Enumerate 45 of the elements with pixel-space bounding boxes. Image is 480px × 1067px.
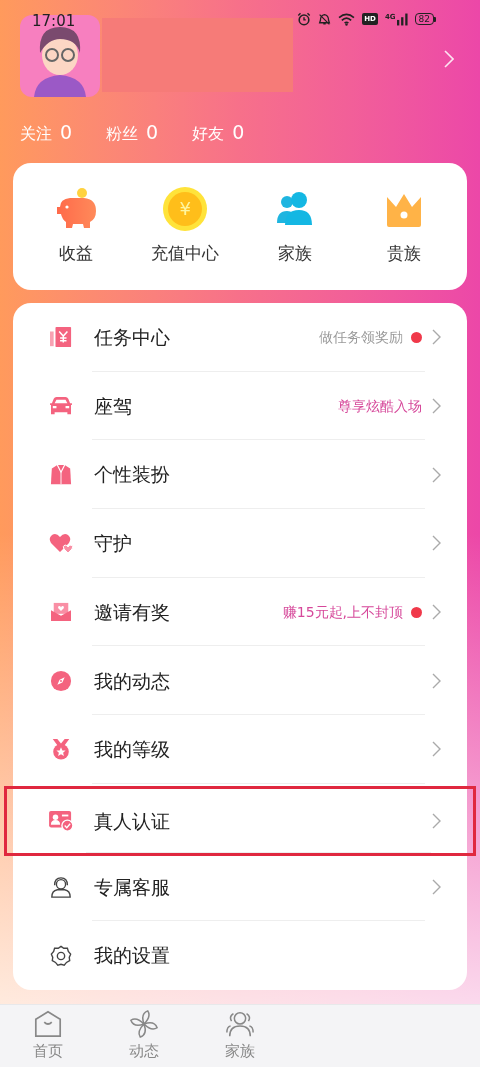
compass-icon (48, 669, 74, 692)
menu-item[interactable]: 任务中心 做任务领奖励 (13, 303, 467, 372)
menu-hint: 赚15元起,上不封顶 (282, 602, 403, 622)
home-icon (33, 1008, 63, 1039)
menu-item[interactable]: 真人认证 (4, 785, 476, 856)
menu-item[interactable]: 我的动态 (13, 646, 467, 716)
menu-label: 任务中心 (94, 325, 171, 351)
wifi-icon (338, 12, 356, 26)
menu-item[interactable]: 个性装扮 (13, 440, 467, 510)
menu-label: 真人认证 (94, 808, 171, 834)
muted-bell-icon (318, 12, 332, 26)
headset-person-icon (48, 875, 74, 898)
shortcut-item[interactable]: 贵族 (354, 186, 455, 267)
avatar[interactable] (20, 15, 100, 97)
menu-label: 我的动态 (94, 668, 171, 694)
hearts-icon (48, 532, 74, 555)
menu-label: 个性装扮 (94, 462, 171, 488)
menu-label: 我的设置 (94, 943, 171, 969)
menu-item[interactable]: 邀请有奖 赚15元起,上不封顶 (13, 577, 467, 647)
menu-label: 我的等级 (94, 737, 171, 763)
signal-icon (396, 12, 408, 26)
status-time: 17:01 (32, 11, 76, 32)
shortcut-item[interactable]: 家族 (244, 186, 345, 267)
yuan-coin-icon: ¥ (163, 186, 208, 231)
chevron-right-icon[interactable] (444, 50, 454, 68)
shortcut-item[interactable]: 收益 (25, 186, 126, 267)
menu-label: 座驾 (94, 393, 133, 419)
menu-item[interactable]: 我的等级 (13, 715, 467, 784)
pinwheel-icon (129, 1008, 159, 1039)
menu-item[interactable]: 守护 (13, 509, 467, 578)
envelope-heart-icon (48, 602, 74, 623)
car-icon (48, 396, 74, 417)
menu-label: 守护 (94, 531, 133, 557)
settings-icon (48, 944, 74, 967)
id-card-icon (48, 809, 74, 832)
menu-label: 邀请有奖 (94, 599, 171, 625)
menu-label: 专属客服 (94, 874, 171, 900)
ticket-icon (48, 326, 74, 349)
menu-item[interactable]: 座驾 尊享炫酷入场 (13, 371, 467, 441)
alarm-icon (297, 12, 312, 26)
menu-hint: 尊享炫酷入场 (338, 396, 422, 416)
menu-hint: 做任务领奖励 (319, 327, 403, 347)
jacket-icon (48, 462, 74, 487)
shortcut-item[interactable]: ¥ 充值中心 (135, 186, 236, 267)
menu-item[interactable]: 我的设置 (13, 921, 467, 990)
